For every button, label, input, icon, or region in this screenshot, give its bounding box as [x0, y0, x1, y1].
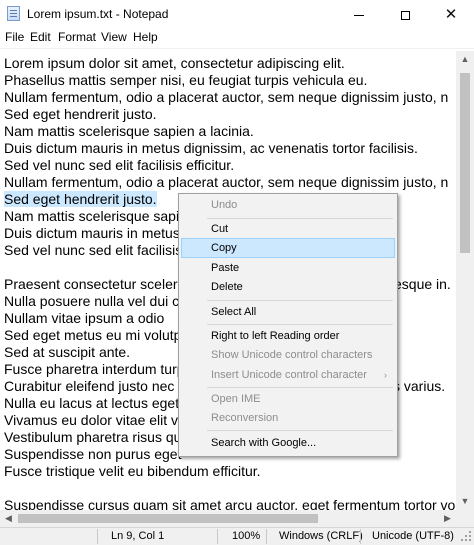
- text-line: Nulla posuere nulla vel dui c: [4, 293, 180, 309]
- resize-grip-icon[interactable]: [461, 531, 471, 541]
- context-menu-cut[interactable]: Cut: [181, 219, 395, 239]
- text-line: Phasellus mattis semper nisi, eu feugiat…: [4, 72, 368, 88]
- context-menu: Undo Cut Copy Paste Delete Select All Ri…: [178, 193, 398, 457]
- scroll-left-arrow-icon[interactable]: ◀: [0, 510, 17, 527]
- text-line: Duis dictum mauris in metus: [4, 225, 180, 241]
- zoom-level: 100%: [232, 530, 261, 542]
- menu-separator: [207, 324, 393, 325]
- text-line: Sed at suscipit ante.: [4, 344, 131, 360]
- menu-format[interactable]: Format: [58, 30, 96, 44]
- text-line: Duis dictum mauris in metus dignissim, a…: [4, 140, 418, 156]
- text-line: Nulla eu lacus at lectus eget: [4, 395, 180, 411]
- text-line: Sed vel nunc sed elit facilisis: [4, 242, 183, 258]
- context-menu-insert-unicode[interactable]: Insert Unicode control character ›: [181, 365, 395, 385]
- text-line-fragment: s varius.: [393, 378, 446, 394]
- vertical-scroll-thumb[interactable]: [460, 73, 470, 253]
- text-line: Sed eget hendrerit justo.: [4, 106, 157, 122]
- selected-text: Sed eget hendrerit justo.: [4, 191, 157, 207]
- scroll-right-arrow-icon[interactable]: ▶: [439, 510, 456, 527]
- menu-bar: File Edit Format View Help: [0, 28, 474, 49]
- text-line-fragment: esque in.: [394, 276, 451, 292]
- text-line: Vestibulum pharetra risus qu: [4, 429, 182, 445]
- menu-help[interactable]: Help: [133, 30, 158, 44]
- title-bar[interactable]: Lorem ipsum.txt - Notepad ✕: [0, 0, 474, 28]
- scroll-down-arrow-icon[interactable]: ▼: [456, 493, 474, 510]
- notepad-window: Lorem ipsum.txt - Notepad ✕ File Edit Fo…: [0, 0, 474, 545]
- minimize-button[interactable]: [336, 0, 382, 28]
- text-line: Suspendisse non purus eget: [4, 446, 182, 462]
- menu-separator: [207, 430, 393, 431]
- line-endings: Windows (CRLF): [279, 530, 363, 542]
- status-divider: [266, 529, 267, 544]
- text-line: Fusce pharetra interdum turp: [4, 361, 185, 377]
- close-button[interactable]: ✕: [428, 0, 474, 28]
- text-line: Lorem ipsum dolor sit amet, consectetur …: [4, 55, 345, 71]
- context-menu-undo[interactable]: Undo: [181, 195, 395, 215]
- status-bar: Ln 9, Col 1 100% Windows (CRLF) Unicode …: [0, 527, 474, 545]
- minimize-icon: [354, 14, 364, 16]
- text-line: Praesent consectetur sceleris: [4, 276, 188, 292]
- context-menu-show-unicode[interactable]: Show Unicode control characters: [181, 345, 395, 365]
- menu-separator: [207, 300, 393, 301]
- encoding: Unicode (UTF-8): [372, 530, 454, 542]
- text-line: Fusce tristique velit eu bibendum effici…: [4, 463, 261, 479]
- context-menu-insert-unicode-label: Insert Unicode control character: [211, 369, 367, 381]
- context-menu-open-ime[interactable]: Open IME: [181, 389, 395, 409]
- menu-file[interactable]: File: [5, 30, 24, 44]
- window-title: Lorem ipsum.txt - Notepad: [27, 7, 169, 21]
- text-line: Nullam vitae ipsum a odio: [4, 310, 165, 326]
- vertical-scrollbar[interactable]: ▲ ▼: [456, 51, 474, 510]
- menu-separator: [207, 387, 393, 388]
- text-line: Nam mattis scelerisque sapien a lacinia.: [4, 123, 254, 139]
- horizontal-scroll-thumb[interactable]: [18, 514, 318, 523]
- selected-text-line: Sed eget hendrerit justo.: [4, 191, 157, 208]
- horizontal-scrollbar[interactable]: ◀ ▶: [0, 510, 456, 527]
- menu-edit[interactable]: Edit: [30, 30, 51, 44]
- cursor-position: Ln 9, Col 1: [111, 530, 165, 542]
- text-line: Curabitur eleifend justo nec: [4, 378, 175, 394]
- status-divider: [360, 529, 361, 544]
- text-line: Suspendisse cursus quam sit amet arcu au…: [4, 497, 456, 510]
- status-divider: [97, 529, 98, 544]
- text-line: Sed eget metus eu mi volutp: [4, 327, 182, 343]
- text-line: Nullam fermentum, odio a placerat auctor…: [4, 89, 449, 105]
- context-menu-reconversion[interactable]: Reconversion: [181, 408, 395, 428]
- text-line: Nullam fermentum, odio a placerat auctor…: [4, 174, 449, 190]
- menu-view[interactable]: View: [101, 30, 127, 44]
- scroll-up-arrow-icon[interactable]: ▲: [456, 51, 474, 68]
- maximize-icon: [400, 10, 410, 20]
- notepad-app-icon[interactable]: [7, 6, 20, 21]
- text-line: Nam mattis scelerisque sapie: [4, 208, 187, 224]
- scrollbar-corner: [456, 510, 474, 527]
- submenu-arrow-icon: ›: [384, 370, 387, 380]
- text-line: Sed vel nunc sed elit facilisis efficitu…: [4, 157, 235, 173]
- close-icon: ✕: [444, 5, 458, 23]
- status-divider: [217, 529, 218, 544]
- context-menu-search-google[interactable]: Search with Google...: [181, 433, 395, 453]
- context-menu-copy[interactable]: Copy: [181, 238, 395, 258]
- text-line: Vivamus eu dolor vitae elit v: [4, 412, 179, 428]
- context-menu-paste[interactable]: Paste: [181, 258, 395, 278]
- context-menu-delete[interactable]: Delete: [181, 277, 395, 297]
- maximize-button[interactable]: [382, 0, 428, 28]
- context-menu-rtl-reading-order[interactable]: Right to left Reading order: [181, 326, 395, 346]
- context-menu-select-all[interactable]: Select All: [181, 302, 395, 322]
